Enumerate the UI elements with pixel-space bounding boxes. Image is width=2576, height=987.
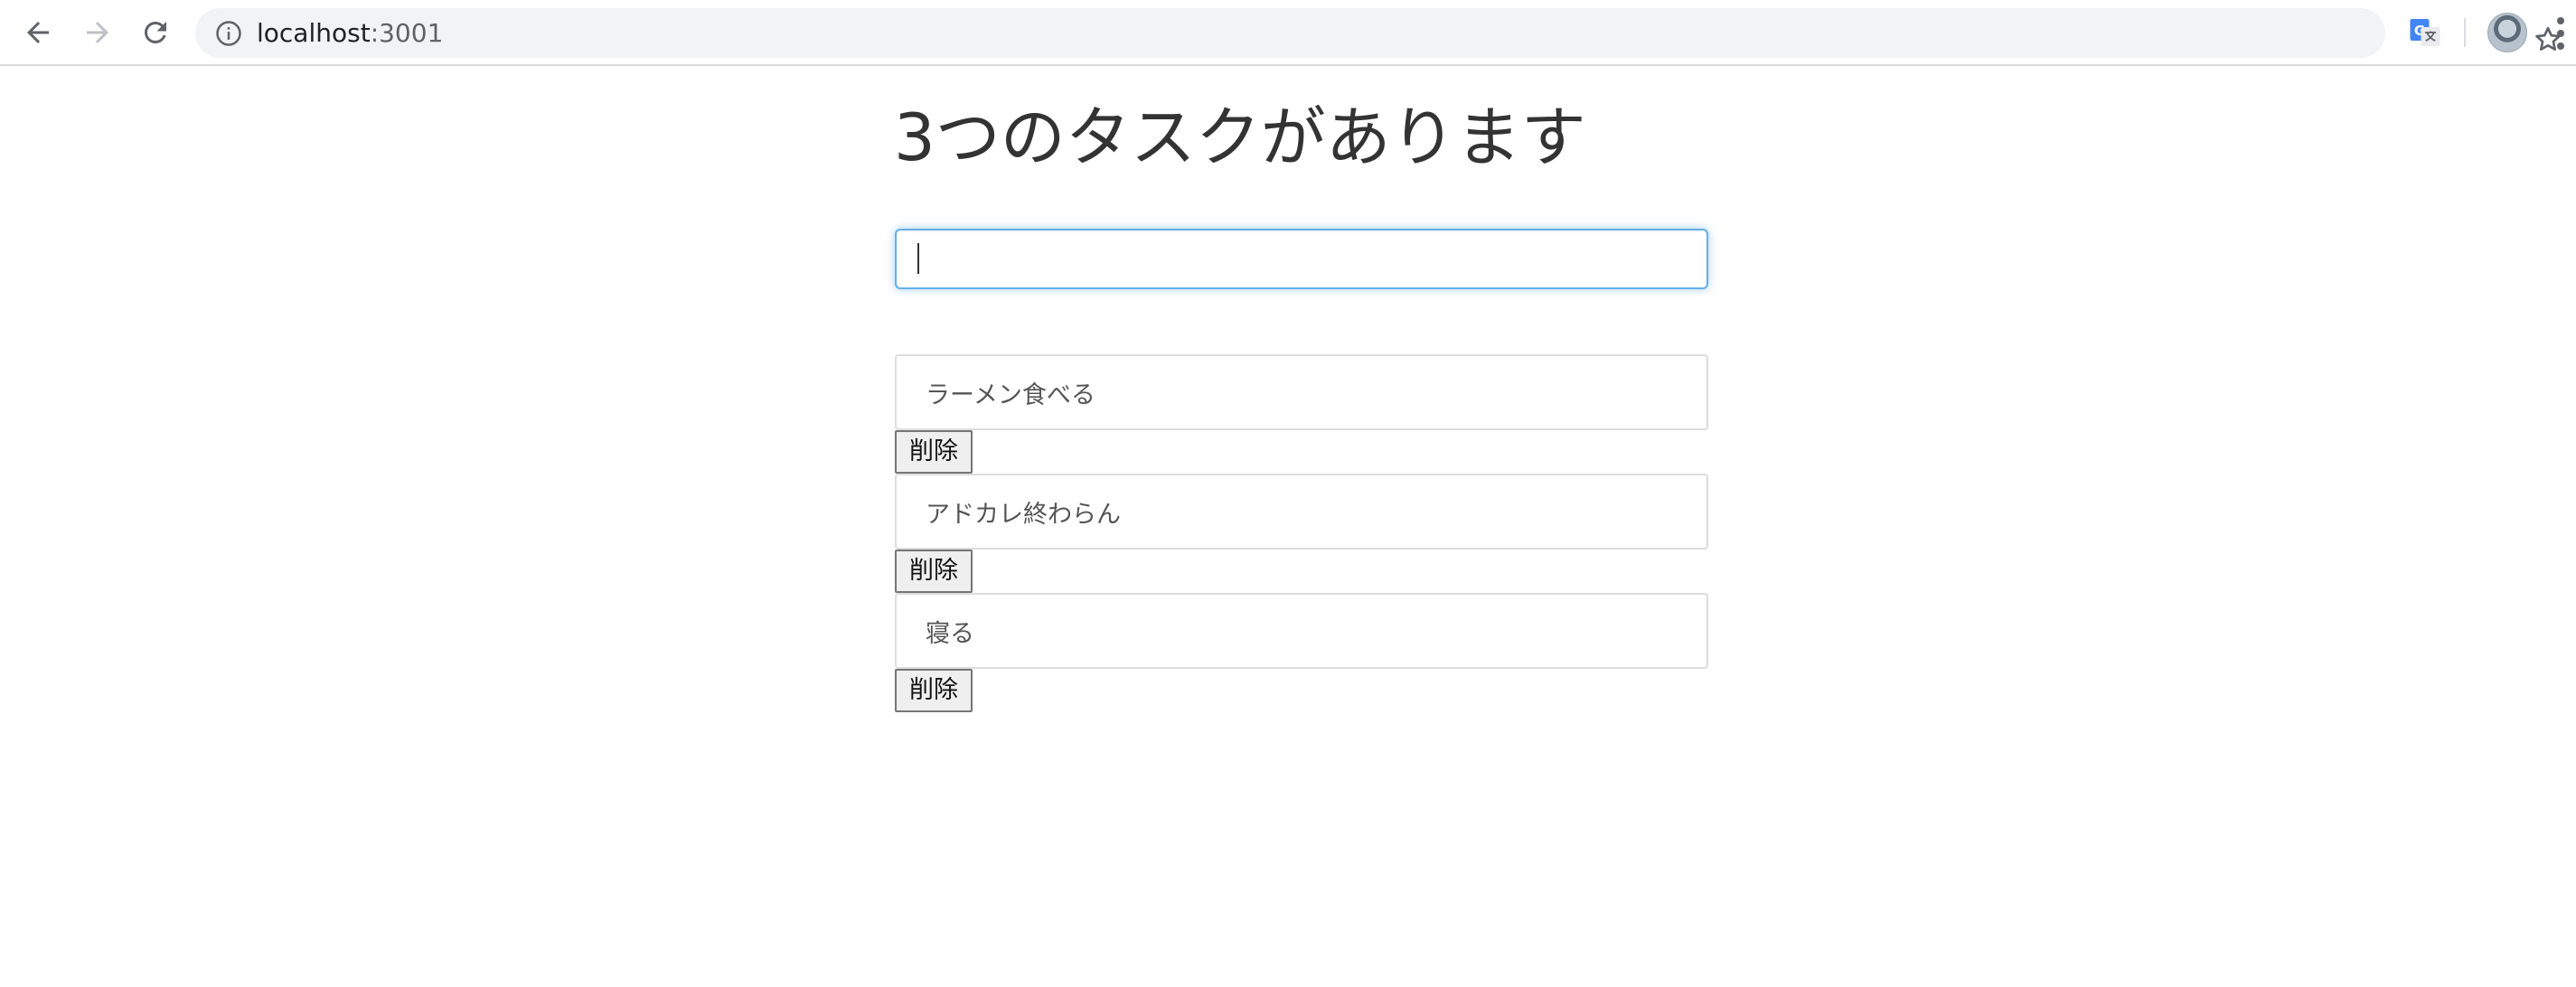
avatar[interactable] xyxy=(2487,13,2527,52)
task-text: アドカレ終わらん xyxy=(895,474,1708,550)
more-vert-icon[interactable] xyxy=(2554,15,2567,52)
arrow-left-icon xyxy=(27,22,49,43)
address-bar[interactable]: localhost:3001 xyxy=(195,8,2561,58)
url-text: localhost:3001 xyxy=(257,8,443,58)
task-text: 寝る xyxy=(895,593,1708,669)
task-list: ラーメン食べる 削除 アドカレ終わらん 削除 寝る 削除 xyxy=(895,354,1708,712)
url-port: :3001 xyxy=(370,18,444,48)
google-translate-icon[interactable]: G xyxy=(2409,16,2441,49)
forward-button[interactable] xyxy=(72,7,123,58)
arrow-right-icon xyxy=(87,22,108,43)
url-host: localhost xyxy=(257,18,371,48)
page-title: 3つのタスクがあります xyxy=(894,99,1586,175)
task-item: アドカレ終わらん 削除 xyxy=(895,474,1708,593)
task-item: ラーメン食べる 削除 xyxy=(895,354,1708,474)
reload-button[interactable] xyxy=(130,7,181,58)
delete-button[interactable]: 削除 xyxy=(895,550,973,593)
task-item: 寝る 削除 xyxy=(895,593,1708,712)
new-task-input[interactable] xyxy=(895,229,1708,289)
delete-button[interactable]: 削除 xyxy=(895,430,973,474)
task-text: ラーメン食べる xyxy=(895,354,1708,430)
reload-icon xyxy=(144,21,166,43)
back-button[interactable] xyxy=(13,7,63,58)
delete-button[interactable]: 削除 xyxy=(895,669,973,712)
toolbar-divider xyxy=(2464,18,2466,47)
browser-toolbar: localhost:3001 G xyxy=(0,0,2576,66)
info-icon[interactable] xyxy=(215,20,242,47)
text-caret xyxy=(917,243,919,274)
